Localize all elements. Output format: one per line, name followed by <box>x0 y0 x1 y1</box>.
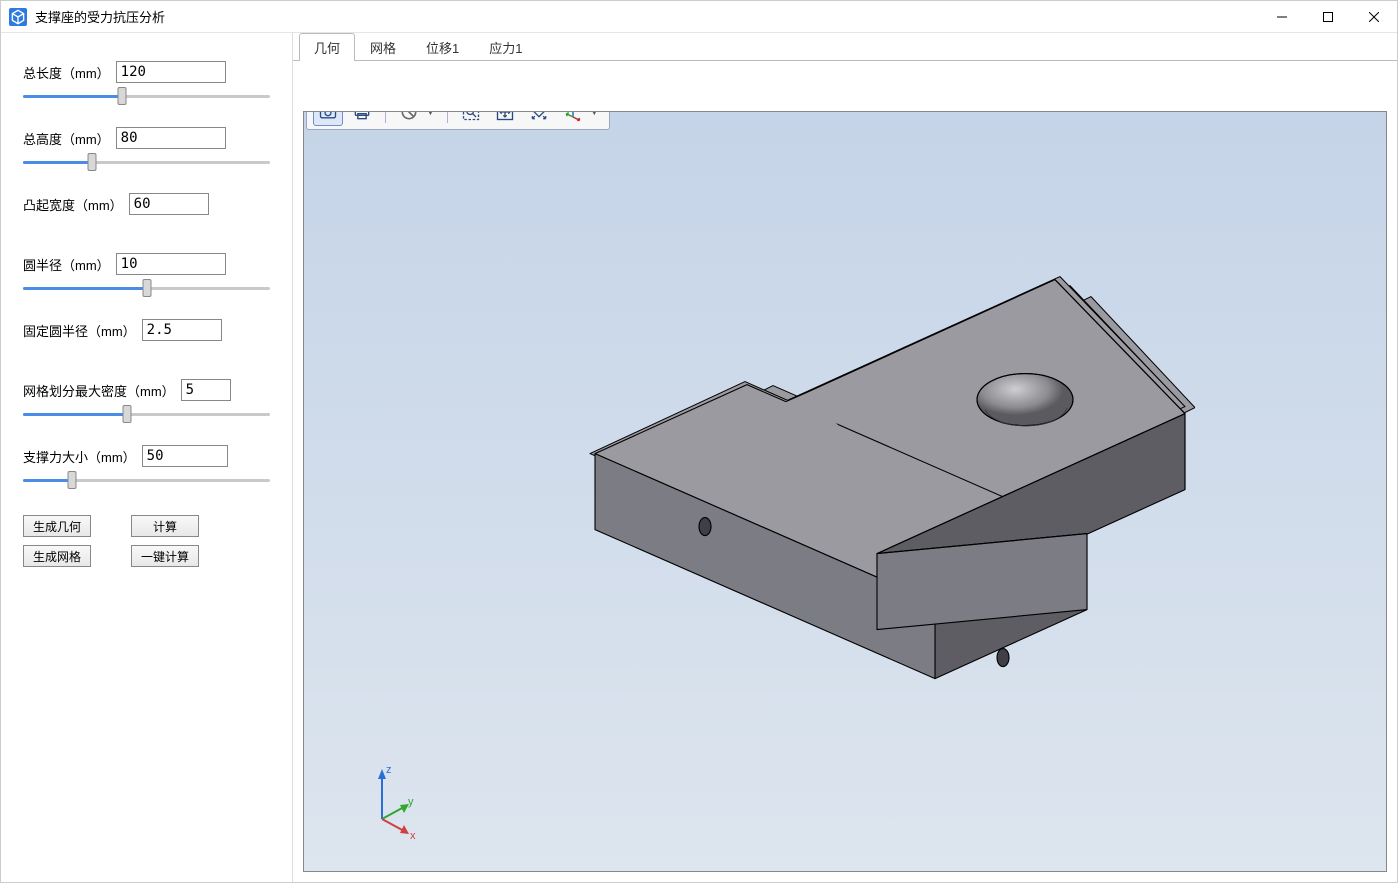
tab-geometry[interactable]: 几何 <box>299 33 355 61</box>
maximize-button[interactable] <box>1305 1 1351 33</box>
button-row-1: 生成几何 计算 <box>23 515 270 537</box>
app-window: 支撑座的受力抗压分析 总长度（mm） <box>0 0 1398 883</box>
param-total-height: 总高度（mm） <box>23 127 270 171</box>
axis-gizmo: z y x <box>354 761 424 841</box>
circle-radius-input[interactable] <box>116 253 226 275</box>
compute-button[interactable]: 计算 <box>131 515 199 537</box>
tab-stress[interactable]: 应力1 <box>474 33 537 61</box>
param-label: 圆半径（mm） <box>23 255 110 274</box>
support-force-input[interactable] <box>142 445 228 467</box>
viewport-container: ▼ <box>293 61 1397 882</box>
bump-width-input[interactable] <box>129 193 209 215</box>
tabstrip: 几何 网格 位移1 应力1 <box>293 33 1397 61</box>
generate-mesh-button[interactable]: 生成网格 <box>23 545 91 567</box>
window-title: 支撑座的受力抗压分析 <box>35 7 165 26</box>
3d-viewport[interactable]: ▼ <box>303 111 1387 872</box>
button-row-2: 生成网格 一键计算 <box>23 545 270 567</box>
axis-x-label: x <box>410 830 416 841</box>
dropdown-arrow-icon[interactable]: ▼ <box>426 111 435 117</box>
viewport-toolbar: ▼ <box>306 111 610 130</box>
app-icon <box>9 8 27 26</box>
param-support-force: 支撑力大小（mm） <box>23 445 270 489</box>
titlebar: 支撑座的受力抗压分析 <box>1 1 1397 33</box>
param-mesh-density: 网格划分最大密度（mm） <box>23 379 270 423</box>
camera-icon[interactable] <box>313 111 343 126</box>
tab-displacement[interactable]: 位移1 <box>411 33 474 61</box>
param-label: 总长度（mm） <box>23 63 110 82</box>
total-length-input[interactable] <box>116 61 226 83</box>
total-height-input[interactable] <box>116 127 226 149</box>
minimize-button[interactable] <box>1259 1 1305 33</box>
param-label: 固定圆半径（mm） <box>23 321 136 340</box>
zoom-extents-icon[interactable] <box>490 111 520 126</box>
fixed-circle-radius-input[interactable] <box>142 319 222 341</box>
mesh-density-input[interactable] <box>181 379 231 401</box>
total-height-slider[interactable] <box>23 153 270 171</box>
one-click-compute-button[interactable]: 一键计算 <box>131 545 199 567</box>
3d-model-render <box>495 221 1195 741</box>
parameters-panel: 总长度（mm） 总高度（mm） <box>1 33 293 882</box>
tab-mesh[interactable]: 网格 <box>355 33 411 61</box>
param-label: 支撑力大小（mm） <box>23 447 136 466</box>
print-icon[interactable] <box>347 111 377 126</box>
total-length-slider[interactable] <box>23 87 270 105</box>
param-label: 凸起宽度（mm） <box>23 195 123 214</box>
close-button[interactable] <box>1351 1 1397 33</box>
axis-orientation-icon[interactable] <box>558 111 588 126</box>
param-fixed-circle-radius: 固定圆半径（mm） <box>23 319 270 345</box>
param-bump-width: 凸起宽度（mm） <box>23 193 270 219</box>
dropdown-arrow-icon[interactable]: ▼ <box>590 111 599 117</box>
generate-geometry-button[interactable]: 生成几何 <box>23 515 91 537</box>
axis-z-label: z <box>386 764 392 776</box>
circle-radius-slider[interactable] <box>23 279 270 297</box>
axis-y-label: y <box>408 796 414 808</box>
disable-icon[interactable] <box>394 111 424 126</box>
zoom-fit-icon[interactable] <box>524 111 554 126</box>
param-circle-radius: 圆半径（mm） <box>23 253 270 297</box>
main-area: 几何 网格 位移1 应力1 <box>293 33 1397 882</box>
support-force-slider[interactable] <box>23 471 270 489</box>
zoom-window-icon[interactable] <box>456 111 486 126</box>
mesh-density-slider[interactable] <box>23 405 270 423</box>
param-total-length: 总长度（mm） <box>23 61 270 105</box>
param-label: 总高度（mm） <box>23 129 110 148</box>
param-label: 网格划分最大密度（mm） <box>23 381 175 400</box>
